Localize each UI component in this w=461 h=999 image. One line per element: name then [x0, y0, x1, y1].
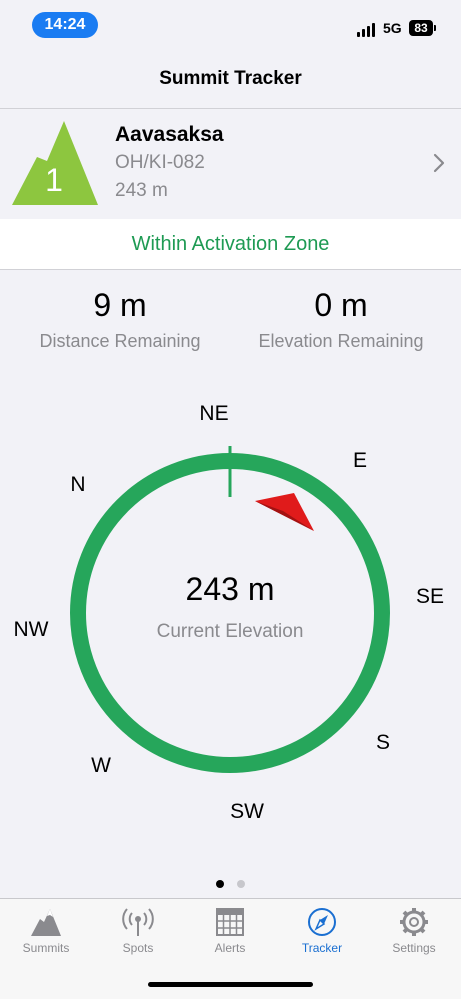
direction-e: E — [353, 449, 367, 472]
compass-icon — [308, 908, 336, 936]
network-label: 5G — [383, 20, 402, 36]
page-dot[interactable] — [237, 880, 245, 888]
summit-reference: OH/KI-082 — [115, 152, 205, 173]
tab-alerts-label: Alerts — [214, 941, 246, 955]
tab-alerts[interactable]: Alerts — [184, 907, 276, 963]
signal-icon — [357, 23, 377, 37]
direction-ne: NE — [199, 402, 228, 425]
calendar-icon — [216, 908, 244, 936]
direction-w: W — [91, 754, 111, 777]
status-bar: 14:24 5G 83 — [0, 0, 461, 52]
direction-s: S — [376, 731, 390, 754]
elevation-remaining-value: 0 m — [314, 287, 368, 323]
tab-settings[interactable]: Settings — [368, 907, 460, 963]
activation-zone-status: Within Activation Zone — [0, 219, 461, 270]
elevation-remaining-label: Elevation Remaining — [258, 331, 424, 351]
distance-remaining: 9 m Distance Remaining — [5, 285, 235, 352]
distance-value: 9 m — [93, 287, 147, 323]
current-elevation-value: 243 m — [186, 571, 275, 607]
page-dot-active[interactable] — [216, 880, 224, 888]
elevation-remaining: 0 m Elevation Remaining — [226, 285, 456, 352]
status-time[interactable]: 14:24 — [32, 12, 98, 38]
tab-tracker-label: Tracker — [301, 941, 343, 955]
tab-summits[interactable]: Summits — [0, 907, 92, 963]
compass: NE E SE S SW W NW N 243 m Current Elevat… — [14, 402, 445, 823]
page-title: Summit Tracker — [159, 68, 302, 89]
tab-spots-label: Spots — [122, 941, 154, 955]
target-pointer-icon — [255, 493, 314, 531]
tab-tracker[interactable]: Tracker — [276, 907, 368, 963]
battery-cap — [434, 25, 436, 31]
home-indicator[interactable] — [148, 982, 313, 987]
antenna-icon — [122, 908, 154, 936]
direction-se: SE — [416, 585, 444, 608]
gear-icon — [400, 908, 428, 936]
tab-spots[interactable]: Spots — [92, 907, 184, 963]
current-elevation-label: Current Elevation — [157, 621, 304, 642]
direction-nw: NW — [14, 618, 49, 641]
tab-settings-label: Settings — [392, 941, 436, 955]
summit-card[interactable]: 1 Aavasaksa OH/KI-082 243 m — [0, 108, 461, 220]
summit-height: 243 m — [115, 180, 168, 201]
page-indicator[interactable] — [0, 880, 461, 890]
mountain-icon — [31, 909, 61, 936]
compass-ring — [70, 453, 390, 773]
direction-n: N — [70, 473, 85, 496]
summit-badge-icon: 1 — [12, 121, 98, 205]
direction-sw: SW — [230, 800, 264, 823]
distance-label: Distance Remaining — [39, 331, 201, 351]
summit-name: Aavasaksa — [115, 123, 224, 146]
tab-summits-label: Summits — [22, 941, 70, 955]
summit-rank: 1 — [45, 162, 63, 198]
battery-icon: 83 — [409, 20, 433, 36]
chevron-right-icon[interactable] — [430, 151, 448, 175]
